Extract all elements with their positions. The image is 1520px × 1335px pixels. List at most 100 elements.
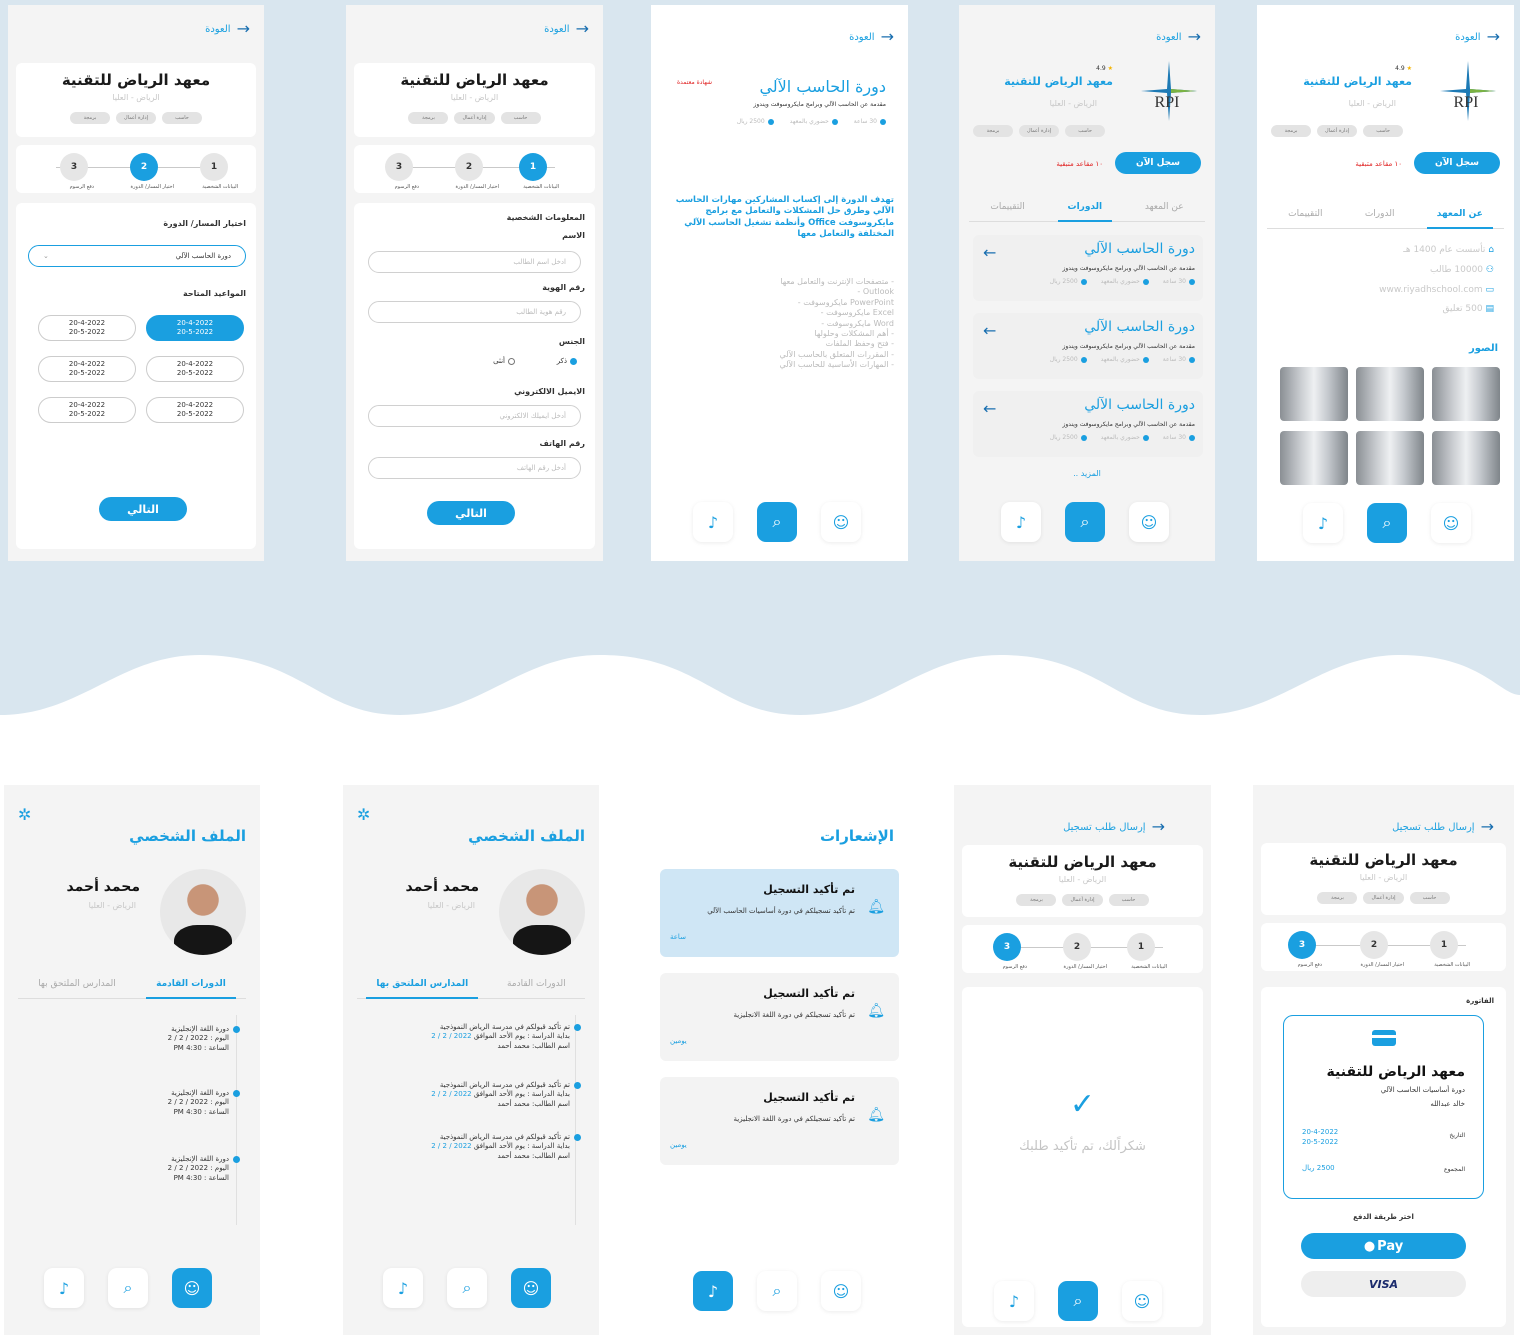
school-photo[interactable] bbox=[1432, 431, 1500, 485]
bottom-nav: ♪ ⌕ ☺ bbox=[383, 1268, 551, 1308]
tab-reviews[interactable]: التقييمات bbox=[1288, 205, 1322, 228]
svg-text:RPI: RPI bbox=[1454, 94, 1479, 111]
course-card[interactable]: دورة الحاسب الآلي مقدمة عن الحاسب الآلي و… bbox=[973, 235, 1203, 301]
school-photo[interactable] bbox=[1356, 367, 1424, 421]
date-option[interactable]: 20-4-2022 20-5-2022 bbox=[146, 356, 244, 382]
id-input[interactable]: رقم هوية الطالب bbox=[368, 301, 581, 323]
bell-icon[interactable]: ♪ bbox=[693, 502, 733, 542]
tabs: الدورات القادمة المدارس الملتحق بها bbox=[18, 975, 246, 999]
screen-invoice: → إرسال طلب تسجيل معهد الرياض للتقنية الر… bbox=[1253, 785, 1514, 1335]
tab-courses[interactable]: الدورات bbox=[1365, 205, 1395, 228]
bell-icon[interactable]: ♪ bbox=[1303, 503, 1343, 543]
apple-pay-button[interactable]: ● Pay bbox=[1301, 1233, 1466, 1259]
back-link[interactable]: → إرسال طلب تسجيل bbox=[1063, 819, 1165, 835]
tab-upcoming[interactable]: الدورات القادمة bbox=[507, 975, 566, 998]
tab-about[interactable]: عن المعهد bbox=[1145, 198, 1184, 221]
screen-course-details: → العودة شهادة معتمدة دورة الحاسب الآلي م… bbox=[651, 5, 908, 561]
school-header: معهد الرياض للتقنية الرياض - العليا حاسب… bbox=[16, 63, 256, 137]
user-icon[interactable]: ☺ bbox=[821, 1271, 861, 1311]
back-link[interactable]: → العودة bbox=[1156, 29, 1201, 45]
school-title: معهد الرياض للتقنية bbox=[1004, 75, 1113, 88]
bell-icon[interactable]: ♪ bbox=[693, 1271, 733, 1311]
school-logo: RPI bbox=[1141, 61, 1197, 121]
date-option[interactable]: 20-4-2022 20-5-2022 bbox=[146, 397, 244, 423]
school-logo: RPI bbox=[1440, 61, 1496, 121]
step-1: 1 bbox=[200, 153, 228, 181]
course-card[interactable]: دورة الحاسب الآلي مقدمة عن الحاسب الآلي و… bbox=[973, 391, 1203, 457]
user-icon[interactable]: ☺ bbox=[511, 1268, 551, 1308]
back-link[interactable]: → العودة bbox=[849, 29, 894, 45]
user-icon[interactable]: ☺ bbox=[821, 502, 861, 542]
certified-badge: شهادة معتمدة bbox=[677, 79, 713, 86]
bell-icon[interactable]: ♪ bbox=[1001, 502, 1041, 542]
arrow-right-icon: → bbox=[1187, 27, 1201, 46]
next-button[interactable]: التالي bbox=[427, 501, 515, 525]
arrow-right-icon: → bbox=[880, 27, 894, 46]
gear-icon[interactable]: ✲ bbox=[18, 805, 31, 824]
notification[interactable]: تم تأكيد التسجيل تم تأكيد تسجيلكم في دورة… bbox=[660, 973, 899, 1061]
tab-upcoming[interactable]: الدورات القادمة bbox=[146, 975, 236, 999]
date-option[interactable]: 20-4-2022 20-5-2022 bbox=[38, 397, 136, 423]
phone-input[interactable]: أدخل رقم الهاتف bbox=[368, 457, 581, 479]
course-desc: مقدمة عن الحاسب الآلي وبرامج مايكروسوفت … bbox=[753, 101, 886, 108]
tab-reviews[interactable]: التقييمات bbox=[990, 198, 1024, 221]
school-header: معهد الرياض للتقنية الرياض - العليا حاسب… bbox=[962, 845, 1203, 917]
next-button[interactable]: التالي bbox=[99, 497, 187, 521]
screen-personal-info: → العودة معهد الرياض للتقنية الرياض - الع… bbox=[346, 5, 603, 561]
gear-icon[interactable]: ✲ bbox=[357, 805, 370, 824]
user-icon[interactable]: ☺ bbox=[172, 1268, 212, 1308]
form-card: اختيار المسار/ الدورة دورة الحاسب الآلي ⌄… bbox=[16, 203, 256, 549]
seats-left: ١٠ مقاعد متبقية bbox=[1056, 160, 1103, 168]
visa-button[interactable]: VISA bbox=[1301, 1271, 1466, 1297]
stepper: 1 2 3 البيانات الشخصية اختيار المسار/ ال… bbox=[354, 145, 595, 193]
register-button[interactable]: سجل الآن bbox=[1115, 152, 1201, 174]
tab-courses[interactable]: الدورات bbox=[1057, 198, 1112, 222]
school-photo[interactable] bbox=[1356, 431, 1424, 485]
search-icon[interactable]: ⌕ bbox=[1058, 1281, 1098, 1321]
screen-school-courses: → العودة RPI ★ 4.9 معهد الرياض للتقنية ال… bbox=[959, 5, 1215, 561]
apple-icon: ● bbox=[1363, 1238, 1376, 1254]
school-item: تم تأكيد قبولكم في مدرسة الرياض النموذجي… bbox=[431, 1081, 581, 1109]
back-link[interactable]: → العودة bbox=[1455, 29, 1500, 45]
register-button[interactable]: سجل الآن bbox=[1414, 152, 1500, 174]
school-photo[interactable] bbox=[1432, 367, 1500, 421]
back-link[interactable]: → العودة bbox=[205, 21, 250, 37]
search-icon[interactable]: ⌕ bbox=[1065, 502, 1105, 542]
notification[interactable]: تم تأكيد التسجيل تم تأكيد تسجيلكم في دورة… bbox=[660, 869, 899, 957]
bell-icon[interactable]: ♪ bbox=[44, 1268, 84, 1308]
bottom-nav: ♪ ⌕ ☺ bbox=[693, 1271, 861, 1311]
back-link[interactable]: → العودة bbox=[544, 21, 589, 37]
search-icon[interactable]: ⌕ bbox=[108, 1268, 148, 1308]
search-icon[interactable]: ⌕ bbox=[447, 1268, 487, 1308]
date-option[interactable]: 20-4-2022 20-5-2022 bbox=[38, 315, 136, 341]
search-icon[interactable]: ⌕ bbox=[1367, 503, 1407, 543]
notification[interactable]: تم تأكيد التسجيل تم تأكيد تسجيلكم في دورة… bbox=[660, 1077, 899, 1165]
tab-schools[interactable]: المدارس الملتحق بها bbox=[366, 975, 478, 999]
school-location: الرياض - العليا bbox=[112, 93, 160, 102]
tab-about[interactable]: عن المعهد bbox=[1426, 205, 1493, 229]
course-card[interactable]: دورة الحاسب الآلي مقدمة عن الحاسب الآلي و… bbox=[973, 313, 1203, 379]
date-option[interactable]: 20-4-2022 20-5-2022 bbox=[146, 315, 244, 341]
back-link[interactable]: → إرسال طلب تسجيل bbox=[1392, 819, 1494, 835]
more-link[interactable]: المزيد .. bbox=[959, 469, 1215, 478]
tab-schools[interactable]: المدارس الملتحق بها bbox=[38, 975, 116, 998]
user-icon[interactable]: ☺ bbox=[1122, 1281, 1162, 1321]
track-select[interactable]: دورة الحاسب الآلي ⌄ bbox=[28, 245, 246, 267]
chip: إدارة أعمال bbox=[115, 112, 157, 124]
gender-female-radio[interactable]: أنثى bbox=[493, 357, 515, 365]
user-icon[interactable]: ☺ bbox=[1129, 502, 1169, 542]
stepper: 1 2 3 البيانات الشخصية اختيار المسار/ ال… bbox=[1261, 923, 1506, 971]
gender-male-radio[interactable]: ذكر bbox=[557, 357, 577, 365]
search-icon[interactable]: ⌕ bbox=[757, 1271, 797, 1311]
email-input[interactable]: أدخل ايميلك الالكتروني bbox=[368, 405, 581, 427]
user-name: محمد أحمد bbox=[66, 879, 140, 895]
step-2: 2 bbox=[130, 153, 158, 181]
school-photo[interactable] bbox=[1280, 431, 1348, 485]
search-icon[interactable]: ⌕ bbox=[757, 502, 797, 542]
user-icon[interactable]: ☺ bbox=[1431, 503, 1471, 543]
bell-icon[interactable]: ♪ bbox=[994, 1281, 1034, 1321]
bell-icon[interactable]: ♪ bbox=[383, 1268, 423, 1308]
date-option[interactable]: 20-4-2022 20-5-2022 bbox=[38, 356, 136, 382]
name-input[interactable]: ادخل اسم الطالب bbox=[368, 251, 581, 273]
school-photo[interactable] bbox=[1280, 367, 1348, 421]
